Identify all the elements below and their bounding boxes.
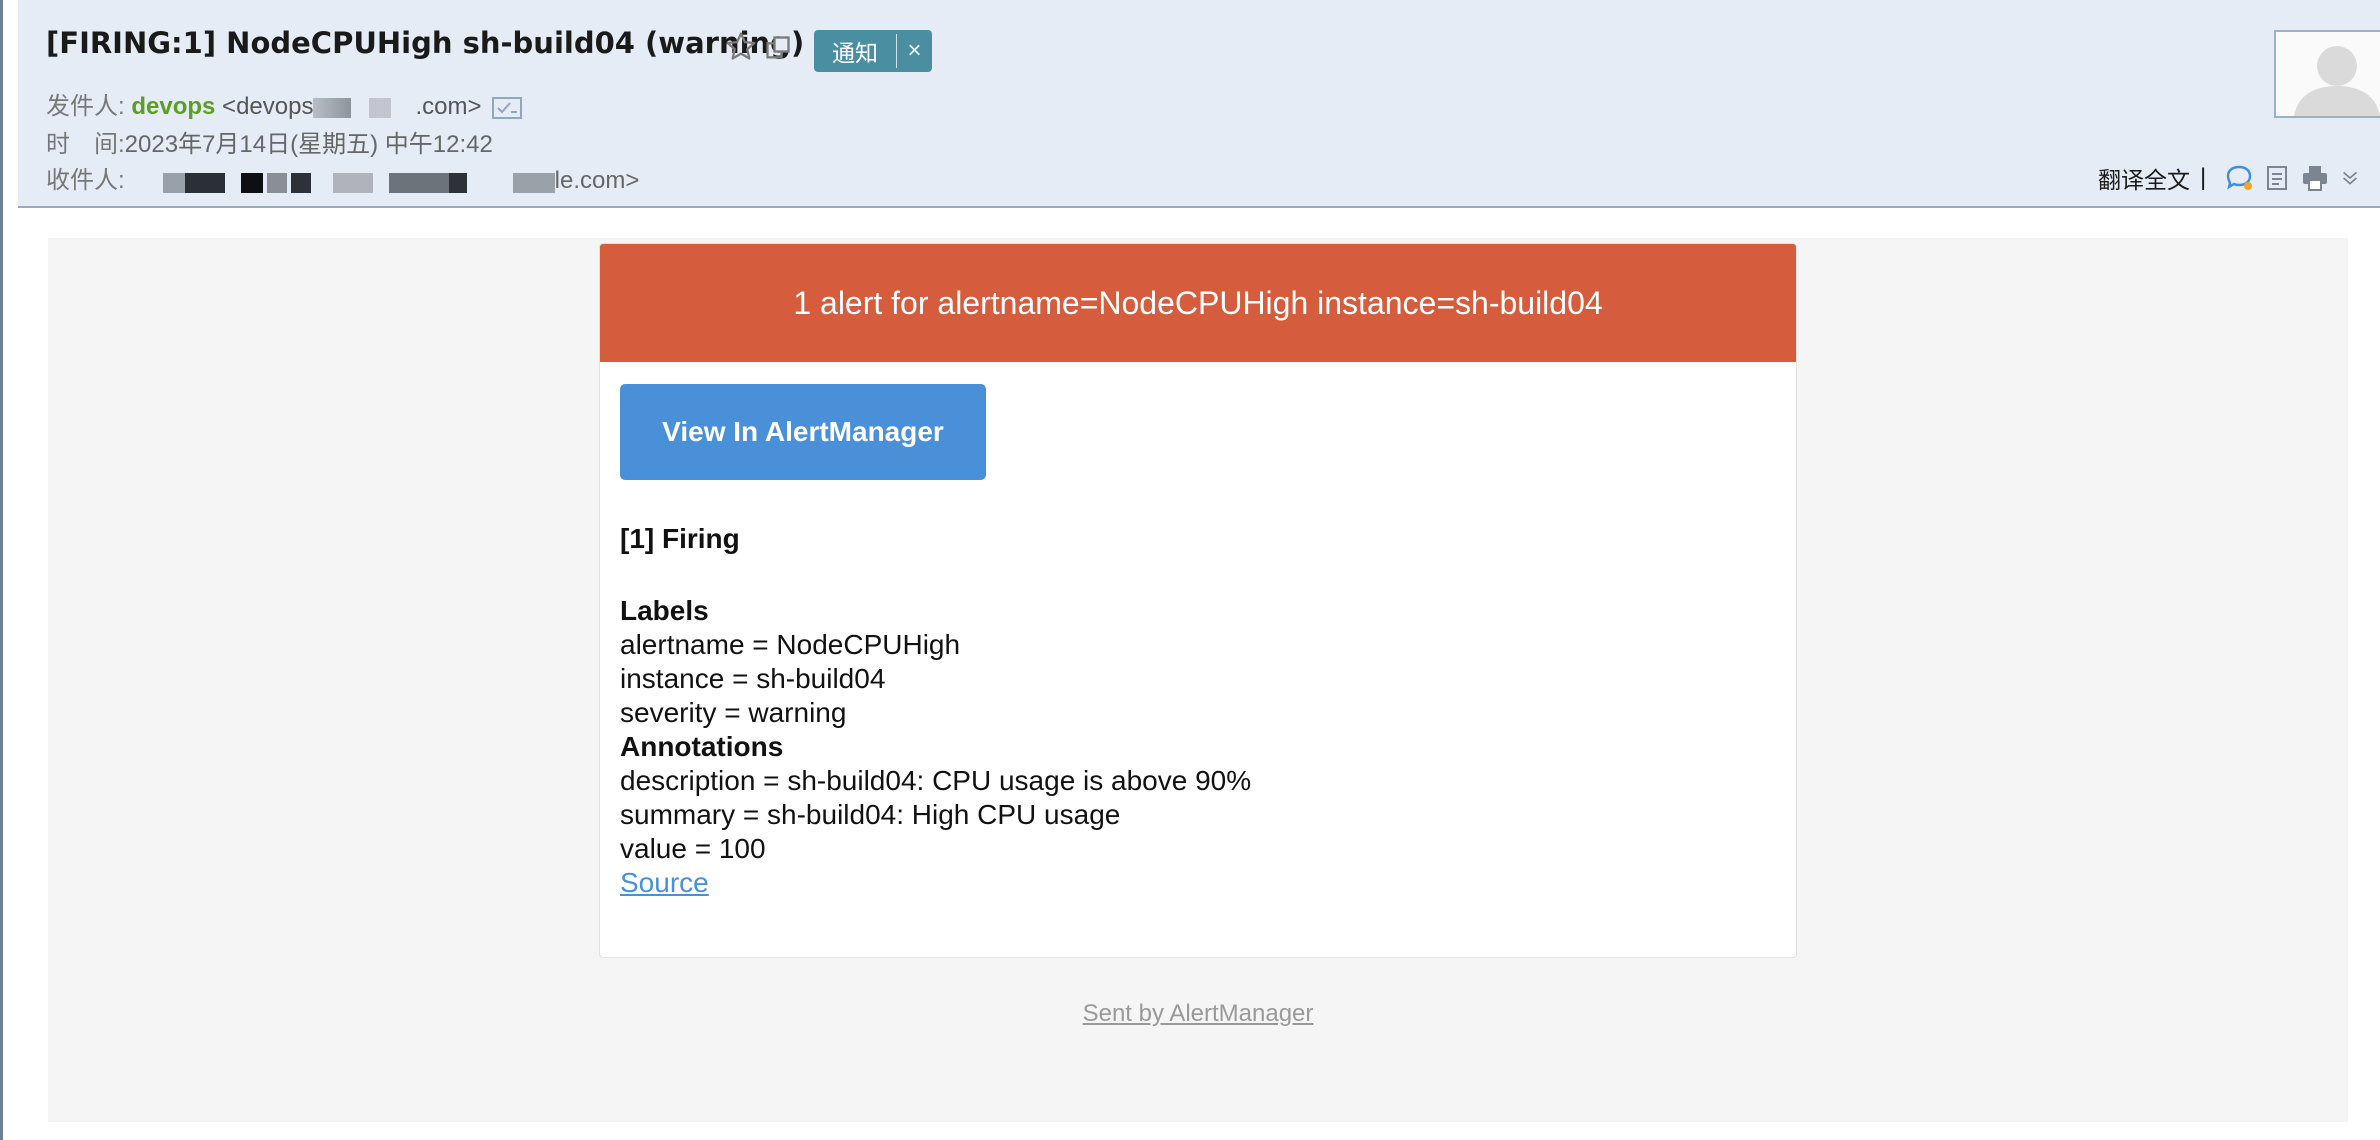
annotation-line: summary = sh-build04: High CPU usage <box>620 799 1121 830</box>
recipient-address-end: le.com> <box>554 167 640 194</box>
redacted-block <box>351 98 369 118</box>
recipient-label: 收件人: <box>46 167 125 194</box>
avatar-placeholder <box>2276 32 2380 116</box>
mail-subject: [FIRING:1] NodeCPUHigh sh-build04 (warni… <box>46 26 805 60</box>
new-window-icon[interactable] <box>764 34 792 62</box>
source-link[interactable]: Source <box>620 866 709 900</box>
view-in-alertmanager-button[interactable]: View In AlertManager <box>620 384 986 480</box>
header-toolbar: 翻译全文 | <box>2098 160 2362 196</box>
sender-label: 发件人: <box>46 93 125 120</box>
redacted-block <box>369 97 392 118</box>
time-row: 时 间:2023年7月14日(星期五) 中午12:42 <box>46 124 493 159</box>
label-line: alertname = NodeCPUHigh <box>620 629 961 660</box>
tag-label: 通知 <box>832 40 878 66</box>
sender-row: 发件人: devops <devops .com> <box>46 86 523 121</box>
chat-icon[interactable] <box>2224 163 2254 193</box>
alert-banner: 1 alert for alertname=NodeCPUHigh instan… <box>600 244 1796 362</box>
chevron-down-icon[interactable] <box>2338 163 2362 193</box>
redacted-block <box>313 97 352 118</box>
annotation-line: value = 100 <box>620 833 766 864</box>
recipient-row: 收件人: le.com> <box>46 160 639 195</box>
sender-address-start: <devops <box>222 93 314 120</box>
email-body: 1 alert for alertname=NodeCPUHigh instan… <box>48 238 2348 1122</box>
mail-header: [FIRING:1] NodeCPUHigh sh-build04 (warni… <box>18 0 2380 208</box>
redacted-recipient <box>125 169 555 195</box>
annotations-heading: Annotations <box>620 731 784 762</box>
sender-address-end: .com> <box>415 93 482 120</box>
time-label: 时 间: <box>46 131 125 158</box>
sender-name[interactable]: devops <box>131 93 215 120</box>
time-value: 2023年7月14日(星期五) 中午12:42 <box>124 131 493 158</box>
toolbar-divider: | <box>2200 164 2207 191</box>
notification-tag[interactable]: 通知 × <box>814 30 932 72</box>
label-line: instance = sh-build04 <box>620 663 886 694</box>
contact-icon[interactable] <box>492 96 523 119</box>
translate-link[interactable]: 翻译全文 <box>2098 161 2190 195</box>
print-icon[interactable] <box>2300 163 2330 193</box>
star-icon[interactable] <box>724 30 758 64</box>
annotation-line: description = sh-build04: CPU usage is a… <box>620 765 1252 796</box>
note-icon[interactable] <box>2262 163 2292 193</box>
sent-by-alertmanager-link[interactable]: Sent by AlertManager <box>48 1000 2348 1028</box>
alert-card: 1 alert for alertname=NodeCPUHigh instan… <box>599 243 1797 958</box>
labels-heading: Labels <box>620 595 709 626</box>
label-line: severity = warning <box>620 697 847 728</box>
window-border <box>0 0 3 1140</box>
tag-remove-button[interactable]: × <box>897 37 932 65</box>
redacted-block <box>391 98 415 118</box>
avatar <box>2274 30 2380 118</box>
firing-heading: [1] Firing <box>620 523 740 554</box>
